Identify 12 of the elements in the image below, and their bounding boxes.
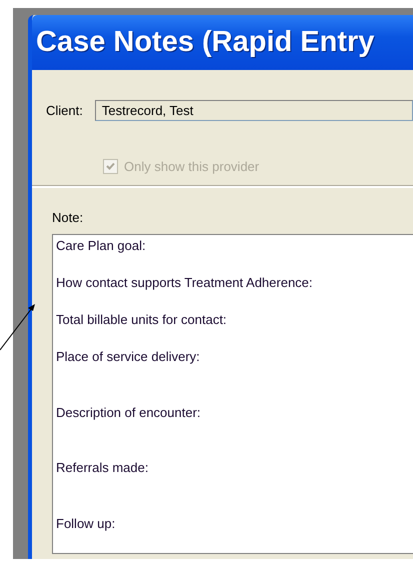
client-field[interactable]: Testrecord, Test: [94, 100, 413, 121]
note-line: Description of encounter:: [56, 404, 202, 422]
note-line: Total billable units for contact:: [56, 311, 228, 329]
client-label: Client:: [46, 103, 83, 118]
note-line: Place of service delivery:: [56, 348, 201, 366]
note-line: How contact supports Treatment Adherence:: [56, 274, 314, 292]
note-line: Follow up:: [56, 514, 116, 533]
note-label: Note:: [52, 210, 84, 225]
note-line: Care Plan goal:: [56, 237, 147, 255]
window-title: Case Notes (Rapid Entry: [36, 26, 374, 59]
note-field[interactable]: Care Plan goal: How contact supports Treatment Adherence: Total billable units for contact: Place of service delivery: Description of encounter: Referrals made: Follow up:: [52, 234, 413, 554]
note-line: Referrals made:: [56, 459, 150, 477]
